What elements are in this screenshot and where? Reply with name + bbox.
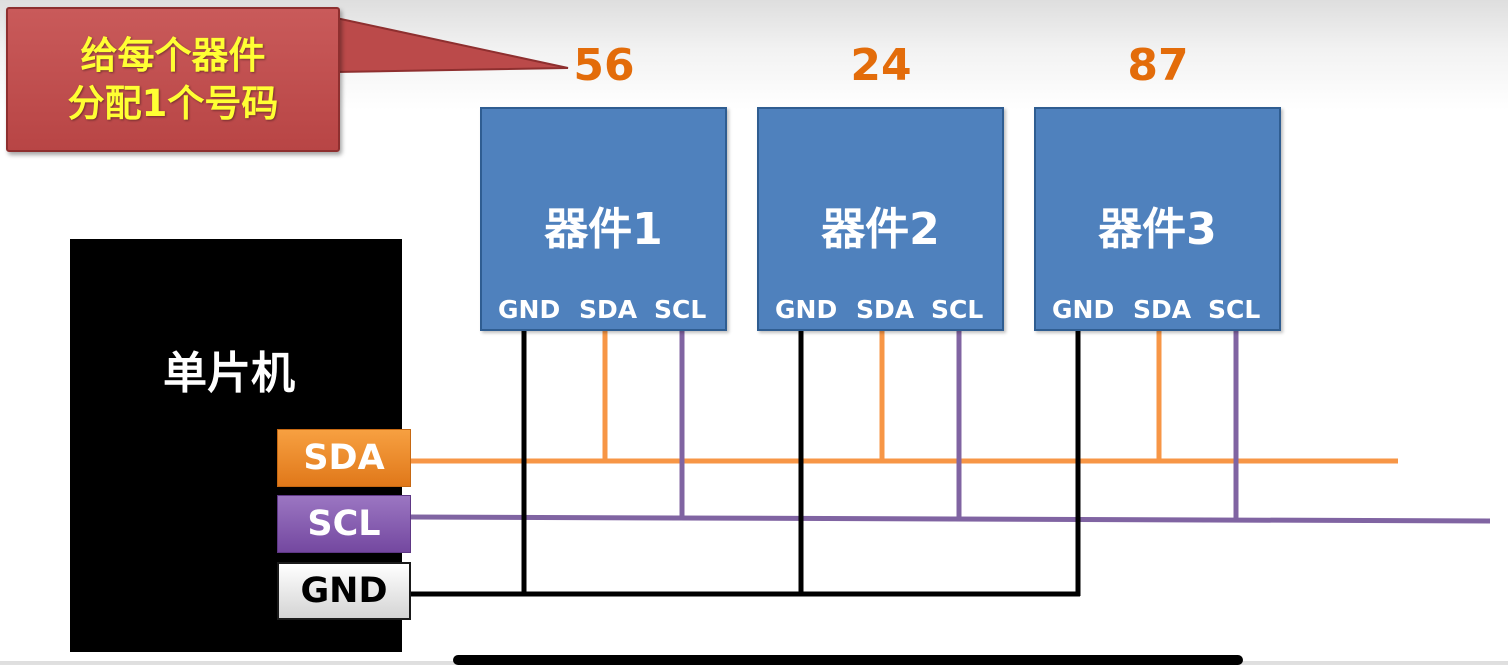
device-2-pin-scl: SCL — [931, 295, 984, 324]
device-2-pin-gnd: GND — [775, 295, 838, 324]
device-3-pin-scl: SCL — [1208, 295, 1261, 324]
mcu-pin-gnd: GND — [277, 562, 411, 620]
mcu-label: 单片机 — [163, 348, 295, 399]
device-1-pin-gnd: GND — [498, 295, 561, 324]
callout-box: 给每个器件 分配1个号码 — [6, 7, 340, 152]
device-1-pin-scl: SCL — [654, 295, 707, 324]
device-3-pin-gnd: GND — [1052, 295, 1115, 324]
device-3-address: 87 — [1127, 40, 1189, 91]
callout-line-2: 分配1个号码 — [67, 81, 279, 125]
device-1-pin-sda: SDA — [579, 295, 638, 324]
device-1: 器件1 GND SDA SCL — [480, 107, 727, 331]
device-2-pin-sda: SDA — [856, 295, 915, 324]
device-2-name: 器件2 — [821, 204, 940, 255]
device-1-address: 56 — [573, 40, 635, 91]
device-2: 器件2 GND SDA SCL — [757, 107, 1004, 331]
device-1-name: 器件1 — [544, 204, 663, 255]
device-3-pin-sda: SDA — [1133, 295, 1192, 324]
mcu-pin-scl: SCL — [277, 495, 411, 553]
callout-line-1: 给每个器件 — [80, 33, 266, 77]
device-3: 器件3 GND SDA SCL — [1034, 107, 1281, 331]
device-3-name: 器件3 — [1098, 204, 1217, 255]
device-2-address: 24 — [850, 40, 912, 91]
mcu-pin-sda: SDA — [277, 429, 411, 487]
bottom-bar — [453, 655, 1243, 665]
